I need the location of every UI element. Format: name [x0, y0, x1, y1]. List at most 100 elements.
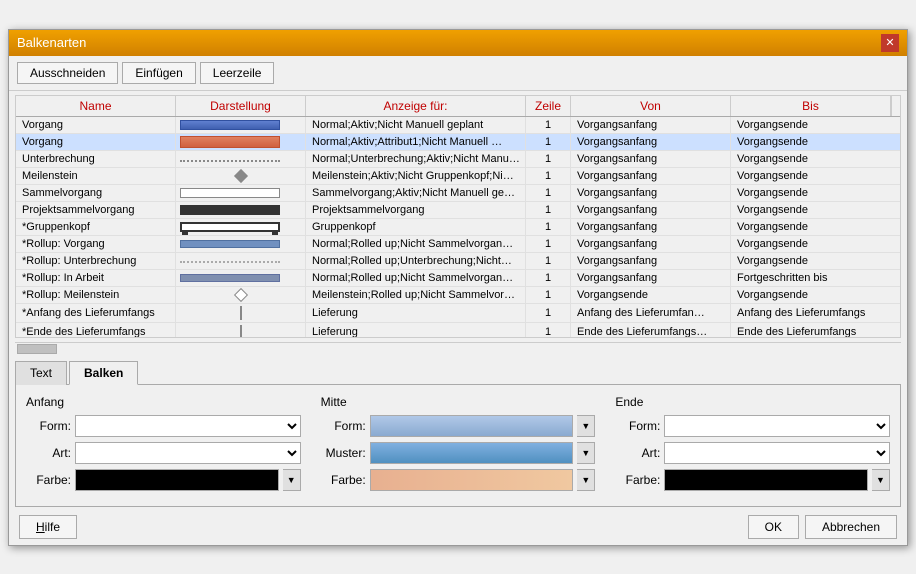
- table-row[interactable]: *Gruppenkopf Gruppenkopf 1 Vorgangsanfan…: [16, 219, 900, 236]
- td-bis: Vorgangsende: [731, 219, 891, 235]
- td-bar: [176, 253, 306, 269]
- td-von: Vorgangsanfang: [571, 185, 731, 201]
- table-row[interactable]: Vorgang Normal;Aktiv;Nicht Manuell gepla…: [16, 117, 900, 134]
- td-bar: [176, 185, 306, 201]
- td-zeile: 1: [526, 304, 571, 322]
- table-row[interactable]: *Rollup: Vorgang Normal;Rolled up;Nicht …: [16, 236, 900, 253]
- td-display: Sammelvorgang;Aktiv;Nicht Manuell ge…: [306, 185, 526, 201]
- td-bis: Vorgangsende: [731, 151, 891, 167]
- ende-farbe-dropdown[interactable]: ▼: [872, 469, 890, 491]
- anfang-form-select[interactable]: [75, 415, 301, 437]
- table-row[interactable]: *Rollup: Meilenstein Meilenstein;Rolled …: [16, 287, 900, 304]
- ende-form-select[interactable]: [664, 415, 890, 437]
- td-bar: [176, 219, 306, 235]
- td-bar: [176, 323, 306, 337]
- mitte-muster-dropdown[interactable]: ▼: [577, 442, 595, 464]
- td-von: Ende des Lieferumfangs…: [571, 323, 731, 337]
- close-button[interactable]: ✕: [881, 34, 899, 52]
- table-body[interactable]: Vorgang Normal;Aktiv;Nicht Manuell gepla…: [16, 117, 900, 337]
- td-name: Unterbrechung: [16, 151, 176, 167]
- help-button[interactable]: Hilfe: [19, 515, 77, 539]
- td-display: Normal;Aktiv;Nicht Manuell geplant: [306, 117, 526, 133]
- col-von: Von: [571, 96, 731, 116]
- tab-balken[interactable]: Balken: [69, 361, 138, 385]
- mitte-form-dropdown[interactable]: ▼: [577, 415, 595, 437]
- td-name: Sammelvorgang: [16, 185, 176, 201]
- tab-text[interactable]: Text: [15, 361, 67, 385]
- empty-row-button[interactable]: Leerzeile: [200, 62, 275, 84]
- td-zeile: 1: [526, 168, 571, 184]
- table-row[interactable]: Meilenstein Meilenstein;Aktiv;Nicht Grup…: [16, 168, 900, 185]
- anfang-farbe-dropdown[interactable]: ▼: [283, 469, 301, 491]
- mitte-form-label: Form:: [321, 419, 366, 433]
- ende-art-row: Art:: [615, 442, 890, 464]
- td-zeile: 1: [526, 236, 571, 252]
- td-bis: Vorgangsende: [731, 236, 891, 252]
- td-display: Gruppenkopf: [306, 219, 526, 235]
- ende-form-label: Form:: [615, 419, 660, 433]
- dialog: Balkenarten ✕ Ausschneiden Einfügen Leer…: [8, 29, 908, 546]
- td-bar: [176, 287, 306, 303]
- td-von: Vorgangsanfang: [571, 253, 731, 269]
- tabs-section: Text Balken Anfang Form: Art: F: [15, 360, 901, 507]
- td-name: *Rollup: Vorgang: [16, 236, 176, 252]
- td-von: Vorgangsanfang: [571, 219, 731, 235]
- td-bar: [176, 134, 306, 150]
- tab-bar: Text Balken: [15, 360, 901, 385]
- paste-button[interactable]: Einfügen: [122, 62, 195, 84]
- td-von: Vorgangsanfang: [571, 151, 731, 167]
- ende-farbe-row: Farbe: ▼: [615, 469, 890, 491]
- td-von: Vorgangsanfang: [571, 270, 731, 286]
- table-header: Name Darstellung Anzeige für: Zeile Von …: [16, 96, 900, 117]
- td-name: *Gruppenkopf: [16, 219, 176, 235]
- ende-farbe-swatch: [664, 469, 868, 491]
- table-row[interactable]: Unterbrechung Normal;Unterbrechung;Aktiv…: [16, 151, 900, 168]
- anfang-title: Anfang: [26, 395, 301, 409]
- anfang-art-select[interactable]: [75, 442, 301, 464]
- scrollbar-thumb-h[interactable]: [17, 344, 57, 354]
- td-name: *Rollup: In Arbeit: [16, 270, 176, 286]
- col-name: Name: [16, 96, 176, 116]
- dialog-title: Balkenarten: [17, 35, 86, 50]
- title-bar: Balkenarten ✕: [9, 30, 907, 56]
- tab-content-balken: Anfang Form: Art: Farbe: ▼: [15, 385, 901, 507]
- anfang-farbe-swatch: [75, 469, 279, 491]
- td-von: Vorgangsanfang: [571, 117, 731, 133]
- td-bis: Vorgangsende: [731, 253, 891, 269]
- td-bar: [176, 117, 306, 133]
- td-bis: Vorgangsende: [731, 202, 891, 218]
- td-zeile: 1: [526, 185, 571, 201]
- td-name: *Anfang des Lieferumfangs: [16, 304, 176, 322]
- table-row[interactable]: Vorgang Normal;Aktiv;Attribut1;Nicht Man…: [16, 134, 900, 151]
- table-row[interactable]: *Rollup: In Arbeit Normal;Rolled up;Nich…: [16, 270, 900, 287]
- table-row[interactable]: *Ende des Lieferumfangs Lieferung 1 Ende…: [16, 323, 900, 337]
- td-display: Normal;Rolled up;Unterbrechung;Nicht…: [306, 253, 526, 269]
- td-bar: [176, 270, 306, 286]
- td-name: *Rollup: Unterbrechung: [16, 253, 176, 269]
- table-row[interactable]: *Rollup: Unterbrechung Normal;Rolled up;…: [16, 253, 900, 270]
- td-bis: Ende des Lieferumfangs: [731, 323, 891, 337]
- ende-art-select[interactable]: [664, 442, 890, 464]
- td-von: Anfang des Lieferumfan…: [571, 304, 731, 322]
- horizontal-scrollbar[interactable]: [15, 342, 901, 356]
- toolbar: Ausschneiden Einfügen Leerzeile: [9, 56, 907, 91]
- td-zeile: 1: [526, 151, 571, 167]
- table-row[interactable]: *Anfang des Lieferumfangs Lieferung 1 An…: [16, 304, 900, 323]
- cut-button[interactable]: Ausschneiden: [17, 62, 118, 84]
- anfang-farbe-label: Farbe:: [26, 473, 71, 487]
- mitte-farbe-dropdown[interactable]: ▼: [577, 469, 595, 491]
- td-display: Normal;Unterbrechung;Aktiv;Nicht Manu…: [306, 151, 526, 167]
- ok-button[interactable]: OK: [748, 515, 799, 539]
- td-zeile: 1: [526, 117, 571, 133]
- table-row[interactable]: Sammelvorgang Sammelvorgang;Aktiv;Nicht …: [16, 185, 900, 202]
- td-bis: Vorgangsende: [731, 287, 891, 303]
- td-zeile: 1: [526, 287, 571, 303]
- col-anzeige: Anzeige für:: [306, 96, 526, 116]
- td-von: Vorgangsanfang: [571, 236, 731, 252]
- td-zeile: 1: [526, 219, 571, 235]
- td-zeile: 1: [526, 202, 571, 218]
- cancel-button[interactable]: Abbrechen: [805, 515, 897, 539]
- table-row[interactable]: Projektsammelvorgang Projektsammelvorgan…: [16, 202, 900, 219]
- ende-farbe-label: Farbe:: [615, 473, 660, 487]
- col-zeile: Zeile: [526, 96, 571, 116]
